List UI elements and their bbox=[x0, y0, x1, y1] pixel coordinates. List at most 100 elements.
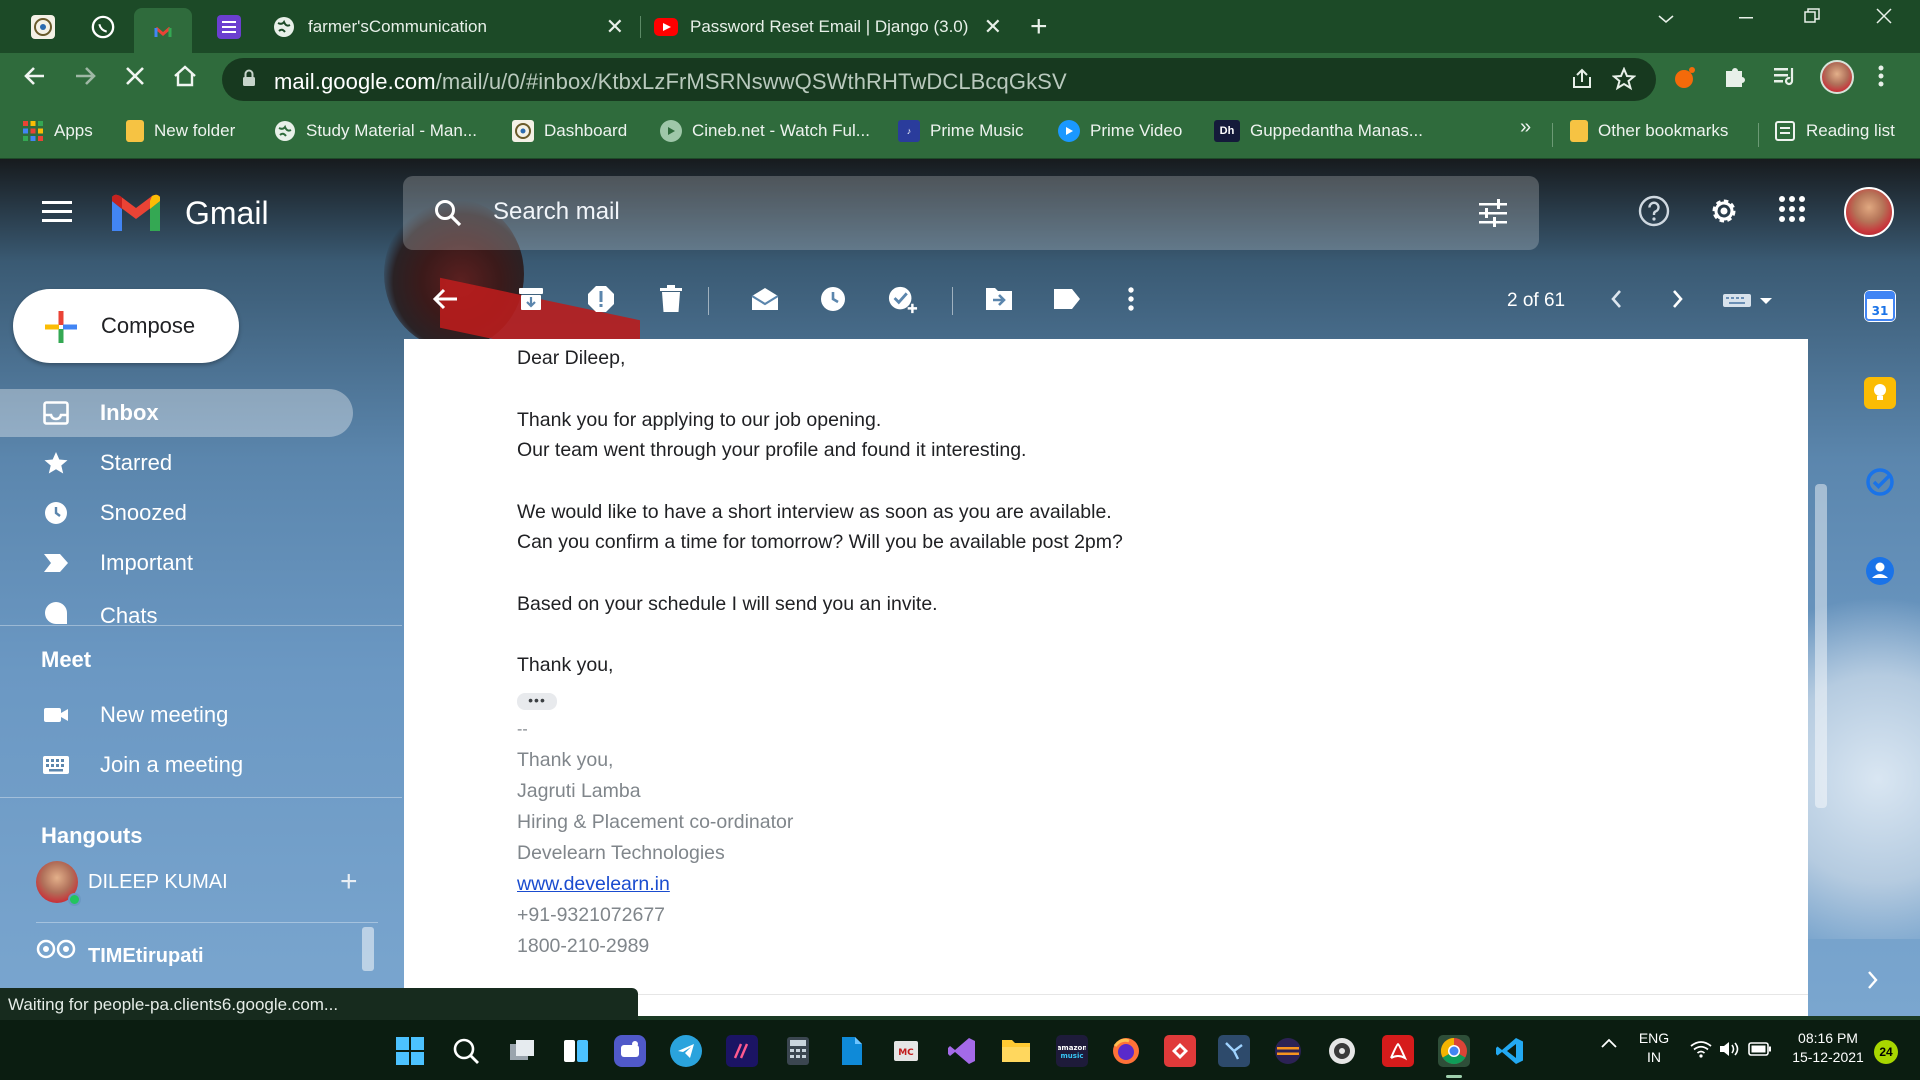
back-to-inbox-icon[interactable] bbox=[430, 285, 460, 313]
tab-farmers-communication[interactable]: farmer'sCommunication ✕ bbox=[272, 8, 632, 46]
anydesk-icon[interactable] bbox=[1164, 1035, 1196, 1067]
pinned-tab-whatsapp[interactable] bbox=[74, 8, 132, 46]
tab-close-icon[interactable]: ✕ bbox=[984, 14, 1002, 40]
settings-gear-icon[interactable] bbox=[1708, 195, 1740, 235]
pinned-tab-tasks[interactable] bbox=[200, 8, 258, 46]
bookmark-prime-video[interactable]: Prime Video bbox=[1058, 120, 1182, 142]
hangouts-contact[interactable]: TIMEtirupati bbox=[36, 937, 376, 977]
profile-avatar-icon[interactable] bbox=[1820, 60, 1854, 94]
teams-chat-icon[interactable] bbox=[614, 1035, 646, 1067]
share-icon[interactable] bbox=[1570, 67, 1594, 97]
amazon-music-icon[interactable]: amazon music bbox=[1056, 1035, 1088, 1067]
older-chevron-icon[interactable] bbox=[1663, 285, 1693, 313]
bookmark-star-icon[interactable] bbox=[1611, 66, 1637, 97]
firefox-icon[interactable] bbox=[1110, 1035, 1142, 1067]
bookmark-guppedantha[interactable]: Dh Guppedantha Manas... bbox=[1214, 120, 1423, 142]
archive-icon[interactable] bbox=[516, 285, 546, 313]
taskbar-search-icon[interactable] bbox=[450, 1035, 482, 1067]
google-keep-icon[interactable] bbox=[1864, 377, 1896, 409]
tab-password-reset-email[interactable]: Password Reset Email | Django (3.0) ✕ bbox=[654, 8, 1010, 46]
gmail-logo-icon[interactable] bbox=[108, 193, 164, 235]
google-calendar-icon[interactable]: 31 bbox=[1864, 290, 1896, 322]
google-tasks-icon[interactable] bbox=[1864, 466, 1896, 498]
snooze-clock-icon[interactable] bbox=[818, 285, 848, 313]
pdf-reader-icon[interactable] bbox=[1382, 1035, 1414, 1067]
minimize-window-icon[interactable] bbox=[1736, 6, 1756, 32]
add-to-tasks-icon[interactable] bbox=[888, 285, 918, 314]
task-view-icon[interactable] bbox=[506, 1035, 538, 1067]
browser-menu-icon[interactable] bbox=[1876, 63, 1886, 96]
report-spam-icon[interactable] bbox=[586, 285, 616, 313]
media-queue-icon[interactable] bbox=[1772, 63, 1798, 96]
volume-speaker-icon[interactable] bbox=[1718, 1040, 1740, 1063]
nav-important[interactable]: Important bbox=[0, 539, 353, 587]
move-to-icon[interactable] bbox=[984, 285, 1014, 313]
reading-list[interactable]: Reading list bbox=[1774, 120, 1895, 142]
vscode-icon[interactable] bbox=[1494, 1035, 1526, 1067]
address-bar[interactable]: mail.google.com/mail/u/0/#inbox/KtbxLzFr… bbox=[222, 58, 1656, 101]
label-tag-icon[interactable] bbox=[1052, 285, 1082, 313]
stop-loading-icon[interactable] bbox=[118, 63, 152, 96]
widgets-icon[interactable] bbox=[560, 1035, 592, 1067]
meet-new-meeting[interactable]: New meeting bbox=[0, 691, 353, 739]
bookmark-prime-music[interactable]: ♪ Prime Music bbox=[898, 120, 1024, 142]
sidebar-scrollbar[interactable] bbox=[362, 927, 374, 971]
tab-search-icon[interactable] bbox=[1656, 6, 1676, 32]
media-player-icon[interactable]: MC bbox=[890, 1035, 922, 1067]
notification-count-badge[interactable]: 24 bbox=[1874, 1040, 1898, 1064]
file-document-icon[interactable] bbox=[836, 1035, 868, 1067]
compose-button[interactable]: Compose bbox=[13, 289, 239, 363]
forward-arrow-icon[interactable] bbox=[68, 63, 102, 96]
extensions-puzzle-icon[interactable] bbox=[1722, 63, 1748, 96]
show-trimmed-content-button[interactable]: ••• bbox=[517, 693, 557, 710]
google-contacts-icon[interactable] bbox=[1864, 555, 1896, 587]
help-icon[interactable] bbox=[1638, 195, 1670, 235]
hangouts-user[interactable]: DILEEP KUMAI + bbox=[36, 861, 376, 907]
workbench-icon[interactable] bbox=[1218, 1035, 1250, 1067]
nav-snoozed[interactable]: Snoozed bbox=[0, 489, 353, 537]
chrome-icon[interactable] bbox=[1438, 1035, 1470, 1067]
expand-side-panel-chevron-icon[interactable] bbox=[1866, 967, 1880, 998]
clock-date[interactable]: 08:16 PM 15-12-2021 bbox=[1786, 1030, 1870, 1065]
google-apps-icon[interactable] bbox=[1778, 195, 1806, 231]
account-avatar[interactable] bbox=[1844, 187, 1894, 237]
extension-orange-icon[interactable] bbox=[1672, 63, 1700, 98]
more-bookmarks-button[interactable]: » bbox=[1520, 116, 1531, 139]
pinned-tab-gmail[interactable] bbox=[134, 8, 192, 53]
show-hidden-icons-chevron-icon[interactable] bbox=[1600, 1036, 1618, 1054]
pinned-tab-site[interactable] bbox=[14, 8, 72, 46]
meet-join-meeting[interactable]: Join a meeting bbox=[0, 741, 353, 789]
input-tools-keyboard-icon[interactable] bbox=[1722, 285, 1778, 313]
file-explorer-icon[interactable] bbox=[1000, 1035, 1032, 1067]
nav-chats[interactable]: Chats bbox=[0, 589, 353, 625]
bookmark-new-folder[interactable]: New folder bbox=[126, 120, 235, 142]
close-window-icon[interactable] bbox=[1874, 6, 1894, 32]
search-mail-box[interactable]: Search mail bbox=[403, 176, 1539, 250]
wifi-icon[interactable] bbox=[1690, 1040, 1712, 1063]
new-tab-button[interactable]: + bbox=[1030, 10, 1048, 44]
search-icon[interactable] bbox=[433, 198, 463, 228]
battery-icon[interactable] bbox=[1748, 1042, 1772, 1061]
language-indicator[interactable]: ENG IN bbox=[1636, 1030, 1672, 1065]
bookmark-dashboard[interactable]: Dashboard bbox=[512, 120, 627, 142]
message-scrollbar[interactable] bbox=[1815, 484, 1827, 808]
search-options-icon[interactable] bbox=[1477, 198, 1509, 228]
bookmark-apps[interactable]: Apps bbox=[22, 120, 93, 142]
newer-chevron-icon[interactable] bbox=[1601, 285, 1631, 313]
home-icon[interactable] bbox=[168, 63, 202, 96]
bookmark-study-material[interactable]: Study Material - Man... bbox=[274, 120, 477, 142]
calculator-icon[interactable] bbox=[782, 1035, 814, 1067]
tab-close-icon[interactable]: ✕ bbox=[606, 14, 624, 40]
after-effects-like-icon[interactable] bbox=[726, 1035, 758, 1067]
other-bookmarks[interactable]: Other bookmarks bbox=[1570, 120, 1728, 142]
restore-window-icon[interactable] bbox=[1802, 6, 1822, 32]
telegram-icon[interactable] bbox=[670, 1035, 702, 1067]
nav-starred[interactable]: Starred bbox=[0, 439, 353, 487]
delete-trash-icon[interactable] bbox=[656, 285, 686, 313]
visual-studio-icon[interactable] bbox=[946, 1035, 978, 1067]
mark-unread-icon[interactable] bbox=[750, 285, 780, 313]
obs-record-icon[interactable] bbox=[1326, 1035, 1358, 1067]
windows-start-icon[interactable] bbox=[394, 1035, 426, 1067]
add-contact-button[interactable]: + bbox=[340, 865, 358, 899]
main-menu-icon[interactable] bbox=[42, 201, 72, 228]
